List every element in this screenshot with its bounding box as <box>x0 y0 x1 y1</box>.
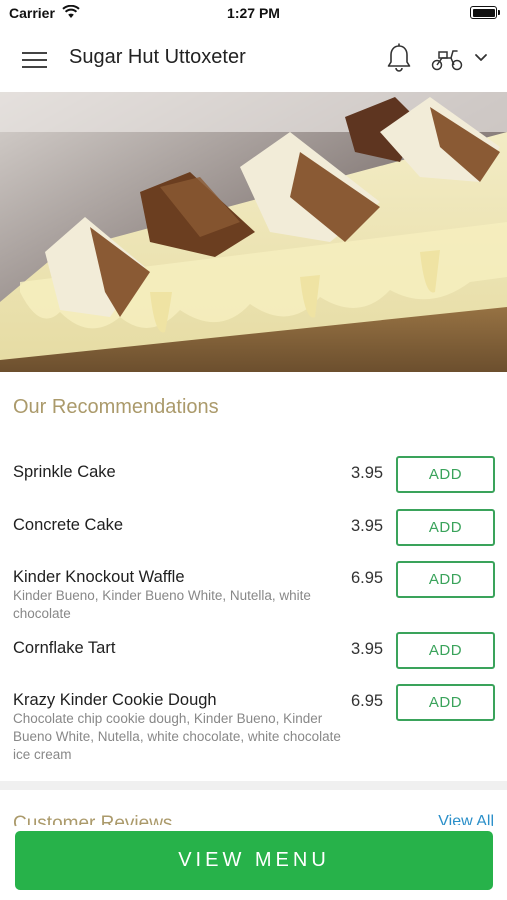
item-description: Chocolate chip cookie dough, Kinder Buen… <box>13 711 341 762</box>
add-button[interactable]: ADD <box>396 509 495 546</box>
status-time: 1:27 PM <box>227 5 280 21</box>
app-header: Sugar Hut Uttoxeter <box>0 28 507 92</box>
recommendations-title: Our Recommendations <box>13 396 219 418</box>
add-button[interactable]: ADD <box>396 684 495 721</box>
section-divider <box>0 781 507 790</box>
item-price: 3.95 <box>351 517 384 535</box>
recommendation-item: Kinder Knockout Waffle Kinder Bueno, Kin… <box>13 561 495 623</box>
menu-icon[interactable] <box>22 49 48 69</box>
add-button[interactable]: ADD <box>396 632 495 669</box>
recommendation-item: Concrete Cake 3.95 ADD <box>13 509 495 546</box>
scooter-icon[interactable] <box>430 46 464 72</box>
recommendation-item: Cornflake Tart 3.95 ADD <box>13 632 495 669</box>
item-price: 3.95 <box>351 640 384 658</box>
item-price: 6.95 <box>351 692 384 710</box>
recommendation-item: Krazy Kinder Cookie Dough Chocolate chip… <box>13 684 495 764</box>
battery-icon <box>470 6 500 19</box>
status-bar: Carrier 1:27 PM <box>0 0 507 26</box>
store-title: Sugar Hut Uttoxeter <box>69 46 246 68</box>
add-button[interactable]: ADD <box>396 561 495 598</box>
item-description: Kinder Bueno, Kinder Bueno White, Nutell… <box>13 588 311 621</box>
bell-icon[interactable] <box>386 42 412 74</box>
view-menu-button[interactable]: VIEW MENU <box>15 831 493 890</box>
chevron-down-icon[interactable] <box>473 52 489 64</box>
item-price: 3.95 <box>351 464 384 482</box>
recommendation-item: Sprinkle Cake 3.95 ADD <box>13 456 495 493</box>
add-button[interactable]: ADD <box>396 456 495 493</box>
hero-image <box>0 92 507 372</box>
item-price: 6.95 <box>351 569 384 587</box>
view-all-link[interactable]: View All <box>438 813 494 831</box>
